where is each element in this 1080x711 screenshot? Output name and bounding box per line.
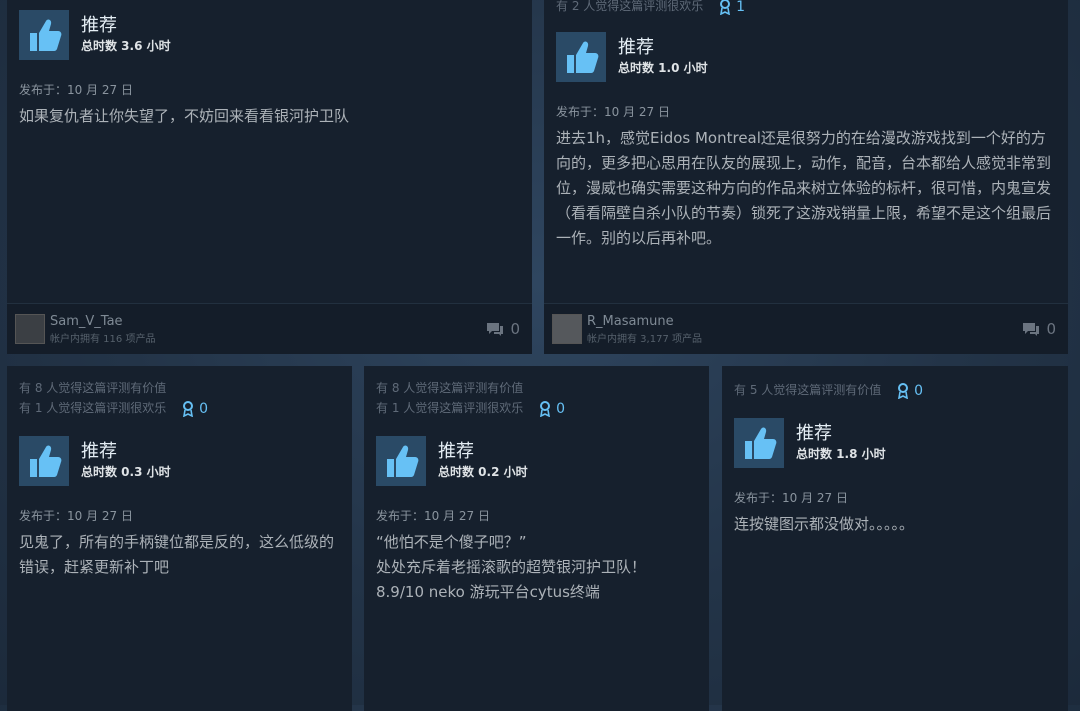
funny-count: 有 1 人觉得这篇评测很欢乐 0 [376,399,566,419]
review-footer: R_Masamune 帐户内拥有 3,177 项产品 0 [544,303,1068,354]
posted-date: 发布于：10 月 27 日 [734,491,848,505]
playtime-hours: 总时数 0.2 小时 [438,465,528,479]
recommendation-title: 推荐 [81,15,117,36]
avatar[interactable] [552,314,582,344]
posted-date: 发布于：10 月 27 日 [19,83,133,97]
review-card-4: 有 8 人觉得这篇评测有价值 有 1 人觉得这篇评测很欢乐 0 推荐 总时数 0… [364,366,709,711]
recommendation-title: 推荐 [796,423,832,444]
comments-count[interactable]: 0 [1022,320,1056,338]
helpful-count: 有 8 人觉得这篇评测有价值 [19,381,167,395]
author-name[interactable]: Sam_V_Tae [50,314,123,330]
posted-date: 发布于：10 月 27 日 [19,509,133,523]
playtime-hours: 总时数 1.0 小时 [618,61,708,75]
recommendation-header: 推荐 总时数 1.0 小时 [556,32,1056,82]
playtime-hours: 总时数 3.6 小时 [81,39,171,53]
author-name[interactable]: R_Masamune [587,314,674,330]
review-card-2: 有 2 人觉得这篇评测很欢乐 1 推荐 总时数 1.0 小时 发布于：10 月 … [544,0,1068,354]
award-icon [540,400,551,417]
comments-count[interactable]: 0 [486,320,520,338]
award-icon [720,0,731,15]
review-body: 如果复仇者让你失望了，不妨回来看看银河护卫队 [19,107,350,125]
review-body: 连按键图示都没做对。。。。。 [734,515,915,533]
recommendation-title: 推荐 [81,441,117,462]
posted-date: 发布于：10 月 27 日 [376,509,490,523]
thumbs-up-icon [556,32,606,82]
products-owned: 帐户内拥有 3,177 项产品 [587,334,702,345]
review-body: 见鬼了，所有的手柄键位都是反的，这么低级的错误，赶紧更新补丁吧 [19,533,335,576]
review-body-line: “他怕不是个傻子吧？” [376,533,527,551]
thumbs-up-icon [19,10,69,60]
recommendation-title: 推荐 [438,441,474,462]
products-owned: 帐户内拥有 116 项产品 [50,334,156,345]
review-body: “他怕不是个傻子吧？” 处处充斥着老摇滚歌的超赞银河护卫队！ 8.9/10 ne… [376,530,697,605]
review-body-line: 8.9/10 neko 游玩平台cytus终端 [376,583,600,601]
recommendation-header: 推荐 总时数 3.6 小时 [19,10,520,60]
comment-icon [1023,323,1040,336]
playtime-hours: 总时数 0.3 小时 [81,465,171,479]
recommendation-title: 推荐 [618,37,654,58]
award-badge[interactable]: 0 [182,399,208,419]
funny-count: 有 2 人觉得这篇评测很欢乐 1 [556,0,1056,16]
review-footer: Sam_V_Tae 帐户内拥有 116 项产品 0 [7,303,532,354]
review-card-5: 有 5 人觉得这篇评测有价值 0 推荐 总时数 1.8 小时 发布于：10 月 … [722,366,1068,711]
funny-count: 有 1 人觉得这篇评测很欢乐 0 [19,399,209,419]
review-body: 进去1h，感觉Eidos Montreal还是很努力的在给漫改游戏找到一个好的方… [556,129,1052,247]
award-icon [898,382,909,399]
avatar[interactable] [15,314,45,344]
recommendation-header: 推荐 总时数 0.2 小时 [376,436,697,486]
recommendation-header: 推荐 总时数 0.3 小时 [19,436,340,486]
review-card-3: 有 8 人觉得这篇评测有价值 有 1 人觉得这篇评测很欢乐 0 推荐 总时数 0… [7,366,352,711]
award-badge[interactable]: 0 [897,381,923,401]
thumbs-up-icon [19,436,69,486]
comment-icon [487,323,504,336]
review-card-1: 推荐 总时数 3.6 小时 发布于：10 月 27 日 如果复仇者让你失望了，不… [7,0,532,354]
helpful-count: 有 8 人觉得这篇评测有价值 [376,381,524,395]
playtime-hours: 总时数 1.8 小时 [796,447,886,461]
award-badge[interactable]: 1 [719,0,745,17]
award-icon [183,400,194,417]
thumbs-up-icon [376,436,426,486]
posted-date: 发布于：10 月 27 日 [556,105,670,119]
helpful-count: 有 5 人觉得这篇评测有价值 0 [734,381,924,401]
review-body-line: 处处充斥着老摇滚歌的超赞银河护卫队！ [376,558,647,576]
recommendation-header: 推荐 总时数 1.8 小时 [734,418,1056,468]
thumbs-up-icon [734,418,784,468]
award-badge[interactable]: 0 [539,399,565,419]
